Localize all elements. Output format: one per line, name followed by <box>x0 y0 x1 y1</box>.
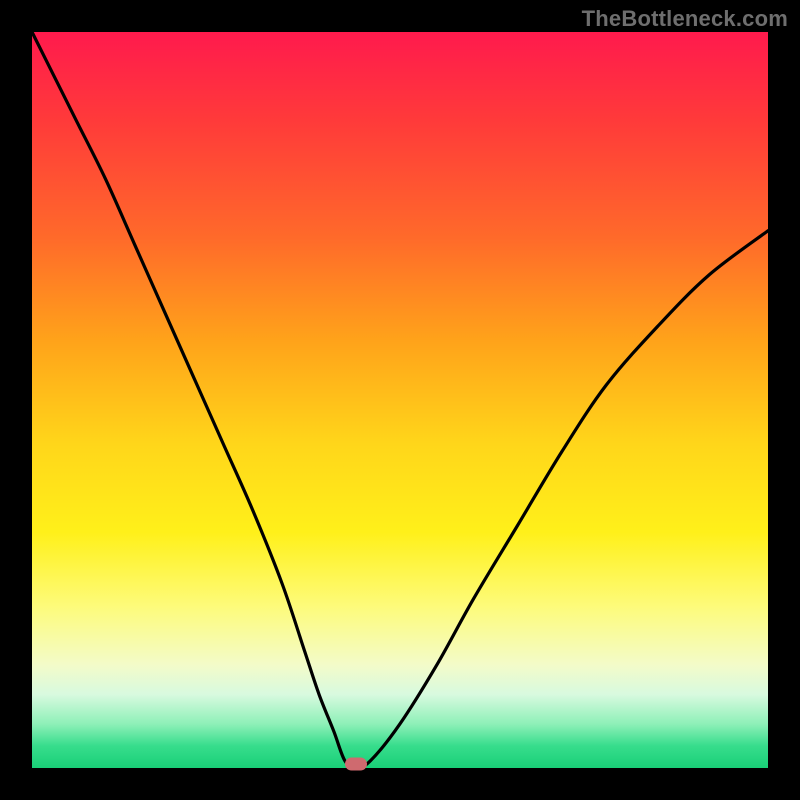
optimal-point-marker <box>345 758 367 771</box>
watermark-text: TheBottleneck.com <box>582 6 788 32</box>
chart-frame: TheBottleneck.com <box>0 0 800 800</box>
plot-area <box>32 32 768 768</box>
bottleneck-curve <box>32 32 768 768</box>
